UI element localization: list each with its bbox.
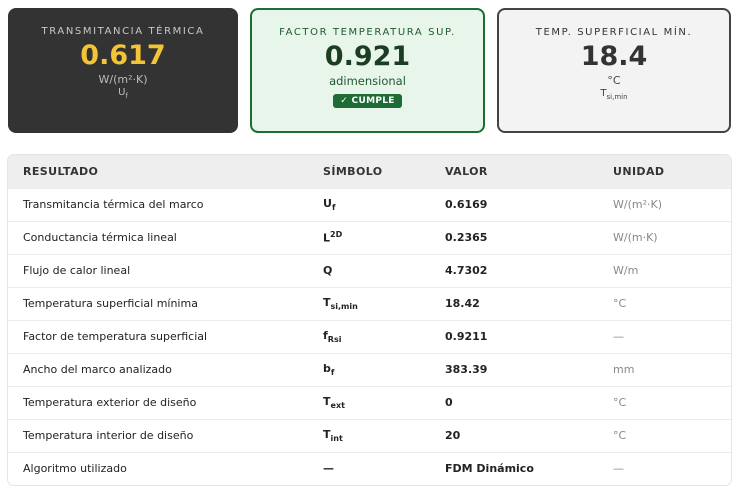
row-value: 4.7302 <box>445 253 613 287</box>
card-temp-superficial: TEMP. SUPERFICIAL MÍN. 18.4 °C Tsi,min <box>497 8 731 133</box>
row-symbol: Tsi,min <box>323 286 445 320</box>
row-symbol: Uf <box>323 187 445 221</box>
row-value: 18.42 <box>445 286 613 320</box>
card-factor-temperatura: FACTOR TEMPERATURA SUP. 0.921 adimension… <box>250 8 485 133</box>
table-row: Temperatura exterior de diseño Text 0 °C <box>8 385 731 419</box>
table-row: Factor de temperatura superficial fRsi 0.9… <box>8 319 731 353</box>
table-row: Flujo de calor lineal Q 4.7302 W/m <box>8 253 731 287</box>
card-value: 0.617 <box>80 40 166 71</box>
status-badge: ✓ CUMPLE <box>333 94 402 108</box>
row-unit: — <box>613 319 731 353</box>
row-symbol: fRsi <box>323 319 445 353</box>
row-label: Temperatura superficial mínima <box>8 286 323 320</box>
row-symbol: Tint <box>323 418 445 452</box>
row-unit: mm <box>613 352 731 386</box>
table-row: Temperatura interior de diseño Tint 20 °C <box>8 418 731 452</box>
row-value: 0.6169 <box>445 187 613 221</box>
row-symbol: Text <box>323 385 445 419</box>
table-header-row: RESULTADO SÍMBOLO VALOR UNIDAD <box>8 155 731 188</box>
row-value: FDM Dinámico <box>445 451 613 485</box>
row-unit: °C <box>613 286 731 320</box>
card-title: TEMP. SUPERFICIAL MÍN. <box>535 27 693 38</box>
row-label: Flujo de calor lineal <box>8 253 323 287</box>
row-symbol: bf <box>323 352 445 386</box>
row-label: Conductancia térmica lineal <box>8 220 323 254</box>
card-value: 18.4 <box>580 41 648 72</box>
table-row: Conductancia térmica lineal L2D 0.2365 W/(m… <box>8 220 731 254</box>
card-symbol: Uf <box>118 87 128 100</box>
card-title: FACTOR TEMPERATURA SUP. <box>279 27 456 38</box>
results-table: RESULTADO SÍMBOLO VALOR UNIDAD Transmita… <box>8 155 731 485</box>
row-value: 0 <box>445 385 613 419</box>
row-symbol: — <box>323 451 445 485</box>
row-label: Transmitancia térmica del marco <box>8 187 323 221</box>
row-value: 20 <box>445 418 613 452</box>
row-unit: W/(m²·K) <box>613 187 731 221</box>
row-label: Algoritmo utilizado <box>8 451 323 485</box>
table-row: Transmitancia térmica del marco Uf 0.6169 W… <box>8 187 731 221</box>
column-header-resultado: RESULTADO <box>8 155 323 188</box>
table-row: Temperatura superficial mínima Tsi,min 18.… <box>8 286 731 320</box>
card-transmitancia: TRANSMITANCIA TÉRMICA 0.617 W/(m²·K) Uf <box>8 8 238 133</box>
row-label: Ancho del marco analizado <box>8 352 323 386</box>
row-unit: W/m <box>613 253 731 287</box>
row-symbol: L2D <box>323 220 445 254</box>
card-symbol: Tsi,min <box>600 88 628 101</box>
card-unit: W/(m²·K) <box>98 73 148 86</box>
table-row: Ancho del marco analizado bf 383.39 mm <box>8 352 731 386</box>
row-value: 0.2365 <box>445 220 613 254</box>
card-value: 0.921 <box>324 41 411 72</box>
column-header-valor: VALOR <box>445 155 613 188</box>
card-unit: °C <box>607 74 621 87</box>
row-unit: °C <box>613 385 731 419</box>
row-symbol: Q <box>323 253 445 287</box>
card-title: TRANSMITANCIA TÉRMICA <box>41 26 205 37</box>
row-unit: °C <box>613 418 731 452</box>
table-row: Algoritmo utilizado — FDM Dinámico — <box>8 451 731 485</box>
column-header-simbolo: SÍMBOLO <box>323 155 445 188</box>
row-label: Temperatura exterior de diseño <box>8 385 323 419</box>
column-header-unidad: UNIDAD <box>613 155 731 188</box>
row-unit: — <box>613 451 731 485</box>
row-label: Temperatura interior de diseño <box>8 418 323 452</box>
card-unit: adimensional <box>329 74 406 88</box>
summary-cards: TRANSMITANCIA TÉRMICA 0.617 W/(m²·K) Uf … <box>8 8 731 133</box>
row-unit: W/(m·K) <box>613 220 731 254</box>
row-value: 383.39 <box>445 352 613 386</box>
row-label: Factor de temperatura superficial <box>8 319 323 353</box>
row-value: 0.9211 <box>445 319 613 353</box>
